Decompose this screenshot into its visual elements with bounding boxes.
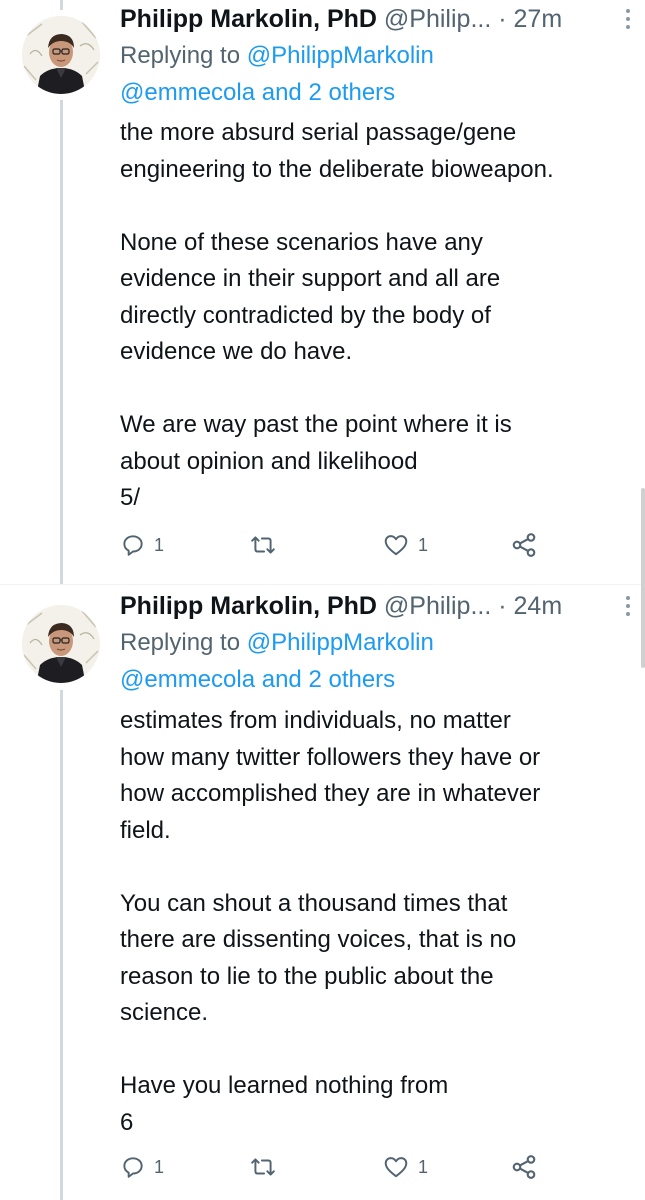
avatar[interactable] — [22, 16, 100, 94]
tweet-timestamp[interactable]: 24m — [514, 592, 563, 620]
avatar[interactable] — [22, 605, 100, 683]
replying-to-label: Replying to — [120, 42, 241, 69]
tweet-header: Philipp Markolin, PhD @Philip... · 27m — [120, 1, 633, 37]
share-button[interactable] — [510, 1152, 538, 1182]
reply-icon — [123, 1157, 143, 1178]
heart-icon — [384, 535, 408, 556]
reply-button[interactable]: 1 — [120, 1152, 164, 1182]
tweet[interactable]: Philipp Markolin, PhD @Philip... · 27m R… — [0, 0, 645, 585]
share-icon — [512, 1155, 536, 1179]
author-handle[interactable]: @Philip... — [384, 592, 491, 620]
author-name[interactable]: Philipp Markolin, PhD — [120, 592, 377, 620]
replying-to: Replying to @PhilippMarkolin @emmecola a… — [120, 37, 625, 111]
like-count: 1 — [418, 534, 429, 555]
replying-to-others-link[interactable]: @emmecola and 2 others — [120, 666, 395, 693]
like-button[interactable]: 1 — [382, 530, 428, 560]
tweet-text: the more absurd serial passage/gene engi… — [120, 119, 554, 511]
retweet-icon — [251, 536, 275, 554]
scrollbar[interactable] — [641, 488, 645, 668]
separator-dot: · — [498, 5, 507, 33]
retweet-button[interactable] — [250, 530, 284, 560]
replying-to: Replying to @PhilippMarkolin @emmecola a… — [120, 624, 625, 698]
tweet-text: estimates from individuals, no matter ho… — [120, 707, 541, 1136]
share-button[interactable] — [510, 530, 538, 560]
replying-to-mention[interactable]: @PhilippMarkolin — [247, 629, 434, 656]
share-icon — [512, 533, 536, 557]
tweet-header: Philipp Markolin, PhD @Philip... · 24m — [120, 588, 633, 624]
retweet-button[interactable] — [250, 1152, 284, 1182]
tweet[interactable]: Philipp Markolin, PhD @Philip... · 24m R… — [0, 585, 645, 1200]
heart-icon — [384, 1157, 408, 1178]
avatar-image — [22, 605, 100, 683]
reply-count: 1 — [154, 1156, 165, 1177]
author-name[interactable]: Philipp Markolin, PhD — [120, 5, 377, 33]
like-count: 1 — [418, 1156, 429, 1177]
retweet-icon — [251, 1158, 275, 1176]
replying-to-mention[interactable]: @PhilippMarkolin — [247, 42, 434, 69]
replying-to-others-link[interactable]: @emmecola and 2 others — [120, 79, 395, 106]
tweet-timestamp[interactable]: 27m — [514, 5, 563, 33]
tweet-actions: 1 1 — [120, 530, 605, 560]
more-options-icon[interactable] — [623, 596, 633, 618]
reply-icon — [123, 535, 143, 556]
replying-to-label: Replying to — [120, 629, 241, 656]
author-handle[interactable]: @Philip... — [384, 5, 491, 33]
more-options-icon[interactable] — [623, 9, 633, 31]
separator-dot: · — [498, 592, 507, 620]
avatar-image — [22, 16, 100, 94]
like-button[interactable]: 1 — [382, 1152, 428, 1182]
reply-button[interactable]: 1 — [120, 530, 164, 560]
reply-count: 1 — [154, 534, 165, 555]
tweet-actions: 1 1 — [120, 1152, 605, 1182]
tweet-thread: Philipp Markolin, PhD @Philip... · 27m R… — [0, 0, 645, 1200]
